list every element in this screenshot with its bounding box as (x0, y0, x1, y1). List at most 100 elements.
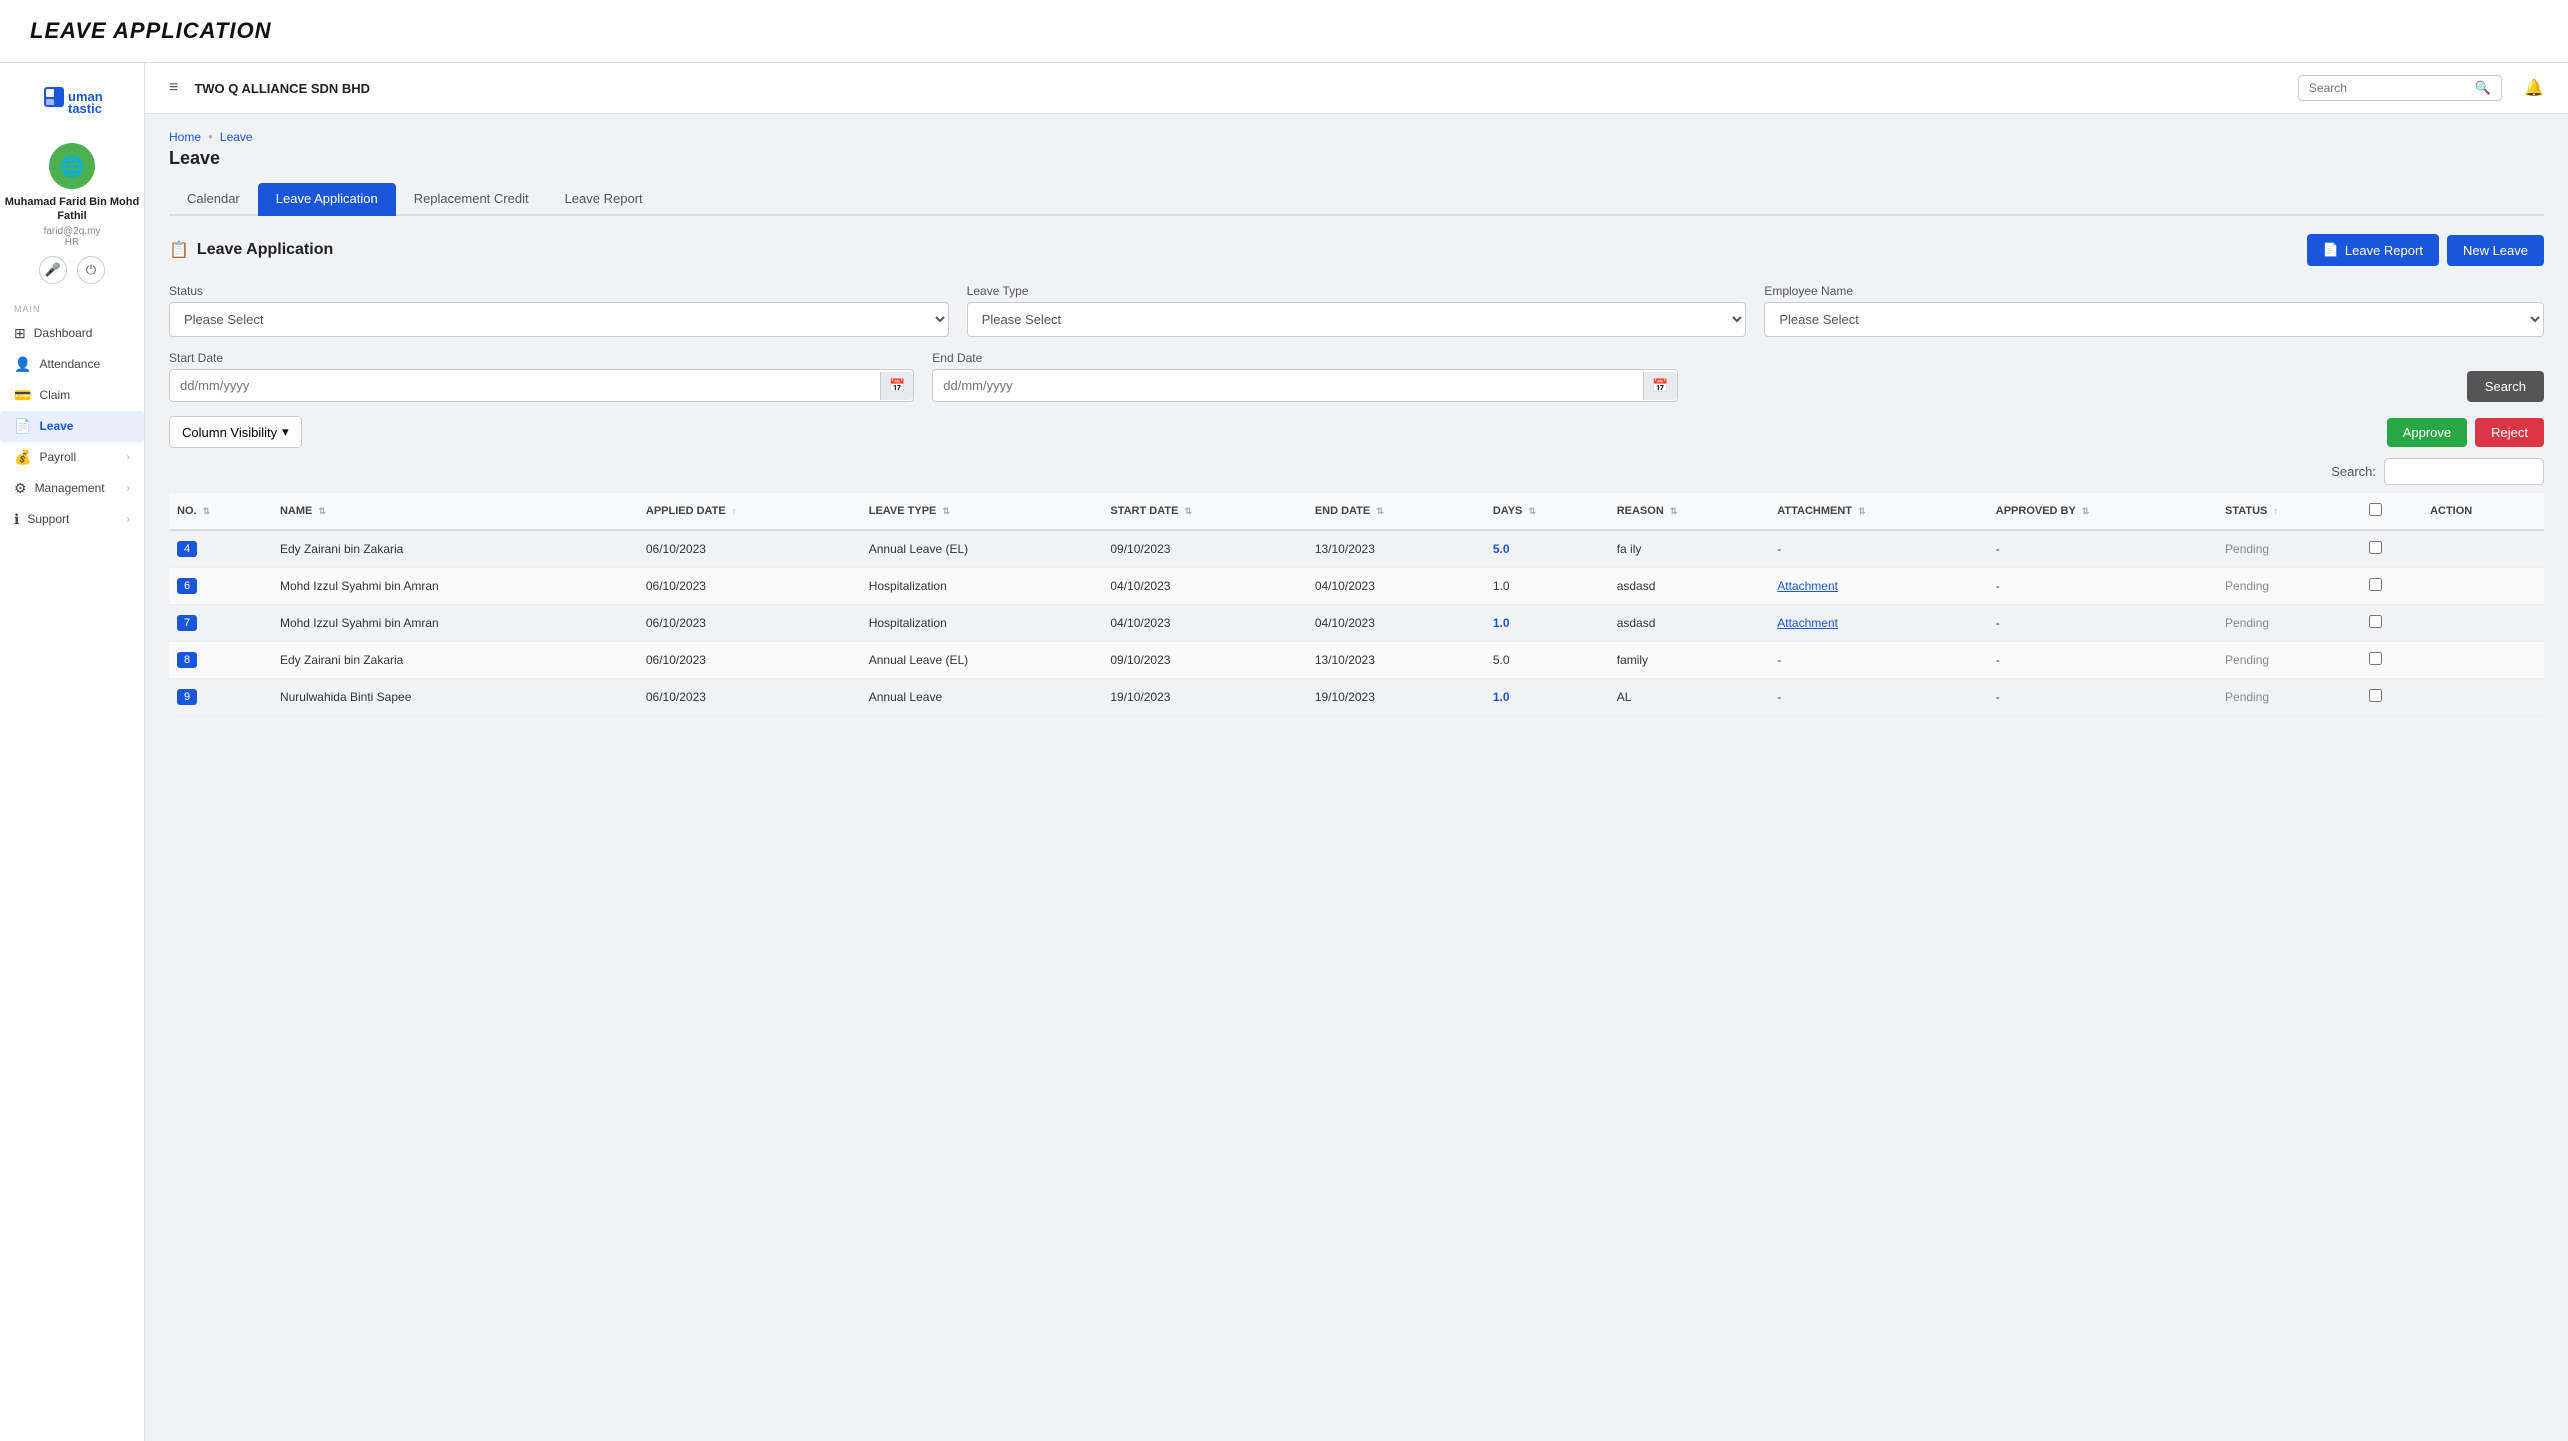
sidebar-item-management[interactable]: ⚙ Management › (0, 473, 144, 504)
cell-checkbox[interactable] (2361, 568, 2422, 605)
col-days: DAYS ⇅ (1485, 493, 1609, 530)
section-title-text: Leave Application (197, 241, 333, 259)
table-action-buttons: Approve Reject (2387, 418, 2544, 447)
breadcrumb-home[interactable]: Home (169, 130, 201, 144)
sidebar: uman tastic 🌐 Muhamad Farid Bin Mohd Fat… (0, 63, 145, 1441)
cell-action (2422, 605, 2544, 642)
sidebar-power-icon[interactable]: ⏻ (77, 256, 105, 284)
tab-leave-application[interactable]: Leave Application (258, 183, 396, 216)
sidebar-item-dashboard[interactable]: ⊞ Dashboard (0, 318, 144, 349)
leave-type-select[interactable]: Please Select (967, 302, 1747, 337)
user-email: farid@2q.my (44, 226, 101, 237)
attachment-link[interactable]: Attachment (1777, 616, 1838, 630)
row-checkbox[interactable] (2369, 689, 2382, 702)
status-filter: Status Please Select (169, 284, 949, 337)
leave-application-icon: 📋 (169, 240, 189, 260)
leave-report-button[interactable]: 📄 Leave Report (2307, 234, 2439, 266)
section-heading: Leave (169, 148, 2544, 169)
approve-button[interactable]: Approve (2387, 418, 2467, 447)
menu-icon[interactable]: ≡ (169, 79, 178, 97)
sidebar-item-claim[interactable]: 💳 Claim (0, 380, 144, 411)
cell-no: 7 (169, 605, 272, 642)
row-checkbox[interactable] (2369, 615, 2382, 628)
cell-approved-by: - (1988, 568, 2217, 605)
payroll-icon: 💰 (14, 449, 31, 466)
select-all-checkbox[interactable] (2369, 503, 2382, 516)
table-row: 4 Edy Zairani bin Zakaria 06/10/2023 Ann… (169, 530, 2544, 568)
cell-no: 8 (169, 642, 272, 679)
cell-no: 4 (169, 530, 272, 568)
cell-action (2422, 530, 2544, 568)
cell-checkbox[interactable] (2361, 679, 2422, 716)
tab-leave-report[interactable]: Leave Report (547, 183, 661, 216)
search-button[interactable]: Search (2467, 371, 2544, 402)
cell-end-date: 13/10/2023 (1307, 642, 1485, 679)
cell-name: Edy Zairani bin Zakaria (272, 530, 638, 568)
sidebar-item-attendance[interactable]: 👤 Attendance (0, 349, 144, 380)
employee-name-label: Employee Name (1764, 284, 2544, 298)
new-leave-button[interactable]: New Leave (2447, 235, 2544, 266)
cell-start-date: 09/10/2023 (1102, 642, 1306, 679)
leave-type-label: Leave Type (967, 284, 1747, 298)
start-date-input[interactable] (170, 370, 880, 401)
cell-attachment: - (1769, 642, 1988, 679)
cell-checkbox[interactable] (2361, 530, 2422, 568)
breadcrumb: Home • Leave (169, 130, 2544, 144)
cell-checkbox[interactable] (2361, 642, 2422, 679)
sidebar-item-payroll[interactable]: 💰 Payroll › (0, 442, 144, 473)
cell-days: 1.0 (1485, 679, 1609, 716)
cell-name: Mohd Izzul Syahmi bin Amran (272, 568, 638, 605)
end-date-input[interactable] (933, 370, 1643, 401)
tab-replacement-credit[interactable]: Replacement Credit (396, 183, 547, 216)
tabs: Calendar Leave Application Replacement C… (169, 183, 2544, 216)
status-select[interactable]: Please Select (169, 302, 949, 337)
cell-approved-by: - (1988, 679, 2217, 716)
cell-reason: AL (1609, 679, 1770, 716)
cell-end-date: 04/10/2023 (1307, 605, 1485, 642)
start-date-calendar-icon[interactable]: 📅 (880, 372, 913, 400)
col-start-date: START DATE ⇅ (1102, 493, 1306, 530)
sidebar-item-leave[interactable]: 📄 Leave (0, 411, 144, 442)
cell-approved-by: - (1988, 605, 2217, 642)
attachment-none: - (1777, 542, 1781, 556)
sidebar-item-support[interactable]: ℹ Support › (0, 504, 144, 535)
sidebar-item-label: Payroll (39, 450, 76, 464)
col-checkbox-header[interactable] (2361, 493, 2422, 530)
notification-icon[interactable]: 🔔 (2524, 78, 2544, 98)
cell-status: Pending (2217, 530, 2361, 568)
col-action: ACTION (2422, 493, 2544, 530)
reject-button[interactable]: Reject (2475, 418, 2544, 447)
cell-attachment: Attachment (1769, 568, 1988, 605)
cell-status: Pending (2217, 568, 2361, 605)
employee-name-select[interactable]: Please Select (1764, 302, 2544, 337)
table-search-row: Search: (169, 458, 2544, 485)
cell-checkbox[interactable] (2361, 605, 2422, 642)
column-visibility-button[interactable]: Column Visibility ▾ (169, 416, 302, 448)
cell-name: Edy Zairani bin Zakaria (272, 642, 638, 679)
cell-days: 5.0 (1485, 530, 1609, 568)
row-checkbox[interactable] (2369, 578, 2382, 591)
user-name: Muhamad Farid Bin Mohd Fathil (0, 195, 144, 224)
row-checkbox[interactable] (2369, 541, 2382, 554)
end-date-calendar-icon[interactable]: 📅 (1643, 372, 1676, 400)
col-applied-date: APPLIED DATE ↑ (638, 493, 861, 530)
col-leave-type: LEAVE TYPE ⇅ (861, 493, 1103, 530)
tab-calendar[interactable]: Calendar (169, 183, 258, 216)
cell-days: 5.0 (1485, 642, 1609, 679)
table-search-input[interactable] (2384, 458, 2544, 485)
col-name: NAME ⇅ (272, 493, 638, 530)
sidebar-item-label: Support (27, 512, 69, 526)
search-icon: 🔍 (2475, 80, 2491, 96)
row-checkbox[interactable] (2369, 652, 2382, 665)
logo: uman tastic (42, 79, 102, 129)
sidebar-mic-icon[interactable]: 🎤 (39, 256, 67, 284)
cell-applied-date: 06/10/2023 (638, 605, 861, 642)
cell-no: 6 (169, 568, 272, 605)
attachment-none: - (1777, 690, 1781, 704)
support-arrow-icon: › (127, 514, 130, 525)
search-input[interactable] (2309, 81, 2469, 95)
attachment-link[interactable]: Attachment (1777, 579, 1838, 593)
cell-leave-type: Annual Leave (EL) (861, 530, 1103, 568)
section-title: 📋 Leave Application (169, 240, 333, 260)
sidebar-item-label: Leave (39, 419, 73, 433)
